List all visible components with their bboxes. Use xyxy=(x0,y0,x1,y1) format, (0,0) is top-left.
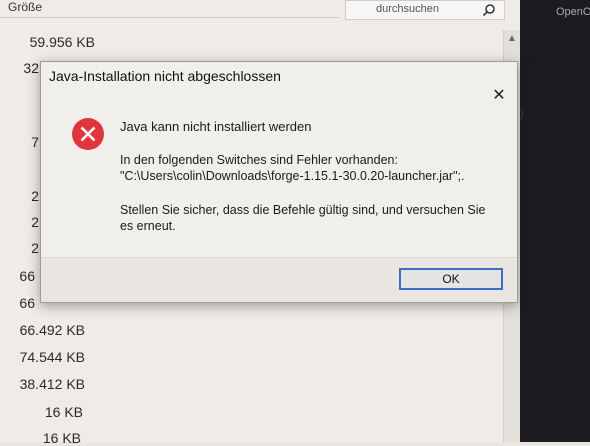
list-item-size: 32 xyxy=(23,60,39,76)
ok-button[interactable]: OK xyxy=(399,268,503,290)
list-item-size: 74.544 KB xyxy=(19,349,85,365)
list-item-size: 66 xyxy=(19,295,35,311)
search-icon[interactable] xyxy=(482,3,496,17)
error-dialog: Java-Installation nicht abgeschlossen ✕ … xyxy=(40,61,518,303)
message-line: In den folgenden Switches sind Fehler vo… xyxy=(120,153,398,167)
list-item-size: 7 xyxy=(31,134,39,150)
list-item-size: 2 xyxy=(31,214,39,230)
panel-label: OpenO xyxy=(556,6,590,18)
list-item-size: 16 KB xyxy=(42,430,81,446)
dialog-title: Java-Installation nicht abgeschlossen xyxy=(49,68,281,84)
list-item-size: 2 xyxy=(31,240,39,256)
list-item-size: 66.492 KB xyxy=(19,322,85,338)
background-dark-panel: OpenO xyxy=(520,0,590,442)
list-item-size: 2 xyxy=(31,188,39,204)
dialog-footer: OK xyxy=(41,257,517,302)
message-hint: Stellen Sie sicher, dass die Befehle gül… xyxy=(120,203,486,233)
message-body: In den folgenden Switches sind Fehler vo… xyxy=(120,152,500,184)
list-item-size: 66 xyxy=(19,268,35,284)
list-item-size: 16 KB xyxy=(44,404,83,420)
close-icon: ✕ xyxy=(492,87,506,104)
message-path: "C:\Users\colin\Downloads\forge-1.15.1-3… xyxy=(120,169,465,183)
close-button[interactable]: ✕ xyxy=(491,88,507,104)
scroll-up-icon[interactable]: ▲ xyxy=(506,34,518,44)
stray-text: ) xyxy=(520,108,524,120)
list-item-size: 59.956 KB xyxy=(29,34,95,50)
search-input[interactable]: durchsuchen xyxy=(345,0,505,20)
list-item-size: 38.412 KB xyxy=(19,376,85,392)
dialog-message: Java kann nicht installiert werden In de… xyxy=(120,119,500,252)
message-heading: Java kann nicht installiert werden xyxy=(120,119,312,134)
error-icon xyxy=(72,118,104,150)
